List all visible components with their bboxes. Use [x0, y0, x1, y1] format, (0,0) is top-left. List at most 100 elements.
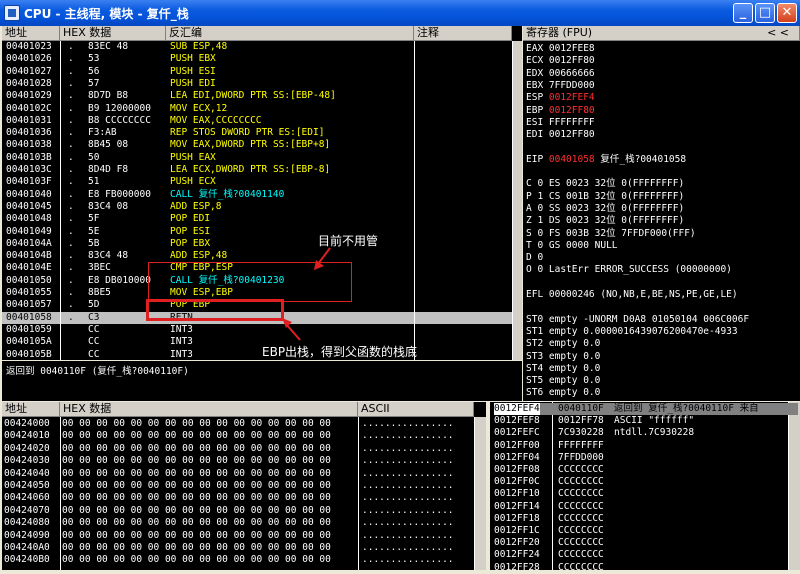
register-line[interactable]: EDI 0012FF80 [526, 129, 595, 141]
stack-address: 0012FF10 [494, 488, 540, 500]
register-line[interactable]: ST4 empty 0.0 [526, 363, 600, 375]
dump-address: 00424090 [4, 529, 50, 541]
stack-value: 7FFDD000 [558, 451, 604, 463]
stack-row[interactable]: 0012FF18 CCCCCCCC [494, 513, 798, 525]
stack-row[interactable]: 0012FF10 CCCCCCCC [494, 488, 798, 500]
dump-hex: 00 00 00 00 00 00 00 00 00 00 00 00 00 0… [62, 542, 331, 553]
registers-title: 寄存器 (FPU) [526, 26, 593, 39]
stack-row[interactable]: 0012FF04 7FFDD000 [494, 452, 798, 464]
dump-ascii: ................ [362, 504, 454, 516]
stack-value: FFFFFFFF [558, 439, 604, 451]
dump-hex: 00 00 00 00 00 00 00 00 00 00 00 00 00 0… [62, 455, 331, 467]
dump-ascii: ................ [362, 467, 454, 479]
stack-row[interactable]: 0012FF00 FFFFFFFF [494, 440, 798, 452]
dump-hex: 00 00 00 00 00 00 00 00 00 00 00 00 00 0… [62, 529, 331, 541]
dump-ascii: ................ [362, 430, 454, 442]
dump-ascii: ................ [362, 455, 454, 467]
register-line[interactable]: ST5 empty 0.0 [526, 375, 600, 387]
register-line[interactable]: A 0 SS 0023 32位 0(FFFFFFFF) [526, 203, 684, 215]
dump-ascii: ................ [362, 554, 454, 566]
register-name: EIP [526, 153, 549, 165]
register-line[interactable]: ECX 0012FF80 [526, 55, 595, 67]
register-line[interactable]: C 0 ES 0023 32位 0(FFFFFFFF) [526, 178, 684, 190]
stack-row[interactable]: 0012FF20 CCCCCCCC [494, 537, 798, 549]
stack-row[interactable]: 0012FEF4 0040110F 返回到 复仟_栈?0040110F 来自 [494, 403, 798, 416]
register-line[interactable]: O 0 LastErr ERROR_SUCCESS (00000000) [526, 264, 732, 276]
stack-address: 0012FEF4 [494, 403, 540, 416]
stack-value: CCCCCCCC [558, 525, 604, 536]
register-line[interactable]: T 0 GS 0000 NULL [526, 240, 618, 252]
dump-ascii: ................ [362, 517, 454, 529]
dump-address: 00424080 [4, 517, 50, 529]
stack-row[interactable]: 0012FF14 CCCCCCCC [494, 501, 798, 513]
dump-address: 00424000 [4, 418, 50, 429]
dump-hex: 00 00 00 00 00 00 00 00 00 00 00 00 00 0… [62, 504, 331, 516]
dump-hex: 00 00 00 00 00 00 00 00 00 00 00 00 00 0… [62, 467, 331, 479]
stack-value: CCCCCCCC [558, 464, 604, 475]
stack-address: 0012FF18 [494, 512, 540, 524]
register-nav-arrows[interactable]: < < [767, 26, 789, 40]
dump-header-hex[interactable]: HEX 数据 [60, 402, 358, 417]
dump-header-ascii[interactable]: ASCII [358, 402, 474, 417]
register-line[interactable]: EFL 00000246 (NO,NB,E,BE,NS,PE,GE,LE) [526, 289, 738, 301]
registers-header: 寄存器 (FPU) < < [523, 26, 800, 41]
register-line[interactable]: ST3 empty 0.0 [526, 351, 600, 363]
dump-address: 00424020 [4, 442, 50, 454]
dump-address: 00424040 [4, 467, 50, 479]
stack-comment: ntdll.7C930228 [614, 427, 695, 439]
register-line[interactable]: ST1 empty 0.0000016439076200470e-4933 [526, 326, 738, 338]
stack-address: 0012FF24 [494, 549, 540, 561]
dump-scrollbar[interactable] [474, 417, 486, 570]
dump-address: 00424060 [4, 492, 50, 504]
dump-ascii: ................ [362, 418, 454, 429]
register-line[interactable]: EAX 0012FEE8 [526, 43, 595, 55]
stack-value: CCCCCCCC [558, 488, 604, 500]
info-pane: 返回到 0040110F (复仟_栈?0040110F) [2, 361, 522, 401]
dump-address: 00424050 [4, 480, 50, 491]
dump-hex: 00 00 00 00 00 00 00 00 00 00 00 00 00 0… [62, 480, 331, 491]
register-line[interactable]: D 0 [526, 252, 543, 264]
stack-row[interactable]: 0012FF1C CCCCCCCC [494, 525, 798, 537]
column-divider [60, 417, 61, 570]
stack-value: 7C930228 [558, 427, 604, 439]
dump-hex: 00 00 00 00 00 00 00 00 00 00 00 00 00 0… [62, 442, 331, 454]
stack-address: 0012FF0C [494, 476, 540, 488]
dump-hex: 00 00 00 00 00 00 00 00 00 00 00 00 00 0… [62, 517, 331, 529]
stack-value: CCCCCCCC [558, 561, 604, 573]
register-value: 00401058 [548, 153, 601, 165]
dump-hex: 00 00 00 00 00 00 00 00 00 00 00 00 00 0… [62, 430, 331, 442]
stack-address: 0012FF28 [494, 561, 540, 573]
register-line[interactable]: EBP 0012FF80 [526, 105, 595, 117]
register-line[interactable]: ESI FFFFFFFF [526, 117, 595, 129]
register-line[interactable]: ST6 empty 0.0 [526, 387, 600, 399]
register-line[interactable]: ST2 empty 0.0 [526, 338, 600, 350]
stack-address: 0012FF04 [494, 451, 540, 463]
stack-address: 0012FF08 [494, 464, 540, 475]
stack-address: 0012FEF8 [494, 415, 540, 427]
register-line[interactable]: EDX 00666666 [526, 68, 595, 80]
stack-row[interactable]: 0012FEFC 7C930228 ntdll.7C930228 [494, 427, 798, 439]
register-line[interactable]: EIP 00401058 复仟_栈?00401058 [526, 154, 686, 166]
dump-ascii: ................ [362, 480, 454, 491]
stack-row[interactable]: 0012FF24 CCCCCCCC [494, 549, 798, 561]
column-divider [358, 417, 359, 570]
register-line[interactable]: S 0 FS 003B 32位 7FFDF000(FFF) [526, 228, 696, 240]
stack-comment: 返回到 复仟_栈?0040110F 来自 [614, 403, 759, 414]
stack-row[interactable]: 0012FF08 CCCCCCCC [494, 464, 798, 476]
register-name: ESP [526, 92, 549, 104]
register-line[interactable]: EBX 7FFDD000 [526, 80, 595, 92]
register-line[interactable]: ESP 0012FEF4 [526, 92, 595, 104]
stack-address: 0012FEFC [494, 427, 540, 439]
register-line[interactable]: Z 1 DS 0023 32位 0(FFFFFFFF) [526, 215, 684, 227]
register-line[interactable]: P 1 CS 001B 32位 0(FFFFFFFF) [526, 191, 684, 203]
dump-header-address[interactable]: 地址 [2, 402, 60, 417]
dump-ascii: ................ [362, 492, 454, 504]
dump-hex: 00 00 00 00 00 00 00 00 00 00 00 00 00 0… [62, 554, 331, 566]
stack-row[interactable]: 0012FEF8 0012FF78 ASCII "ffffff" [494, 415, 798, 427]
dump-address: 00424030 [4, 455, 50, 467]
stack-row[interactable]: 0012FF0C CCCCCCCC [494, 476, 798, 488]
register-line[interactable]: ST0 empty -UNORM D0A8 01050104 006C006F [526, 314, 749, 326]
dump-address: 004240B0 [4, 554, 50, 566]
stack-value: CCCCCCCC [558, 512, 604, 524]
stack-row[interactable]: 0012FF28 CCCCCCCC [494, 562, 798, 574]
